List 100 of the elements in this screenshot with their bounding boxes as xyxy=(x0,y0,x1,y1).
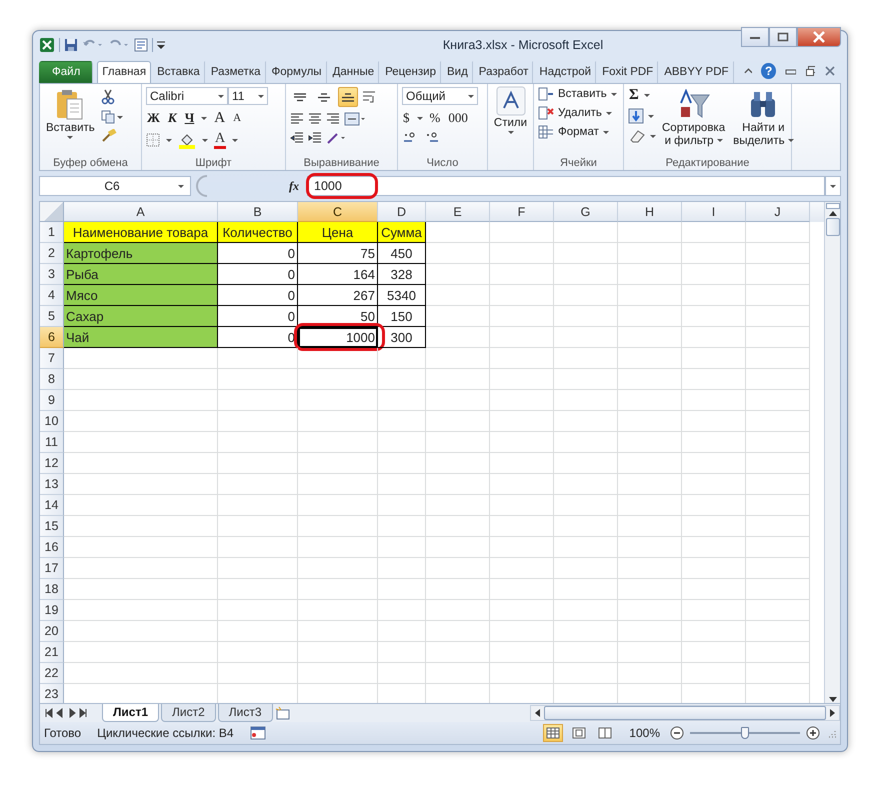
empty-cell[interactable] xyxy=(618,390,682,411)
empty-cell[interactable] xyxy=(490,558,554,579)
empty-cell[interactable] xyxy=(618,327,682,348)
empty-cell[interactable] xyxy=(378,369,426,390)
empty-cell[interactable] xyxy=(378,390,426,411)
empty-cell[interactable] xyxy=(426,306,490,327)
slider-thumb[interactable] xyxy=(741,727,749,739)
empty-cell[interactable] xyxy=(746,285,810,306)
empty-cell[interactable] xyxy=(426,663,490,684)
select-all-button[interactable] xyxy=(40,202,64,222)
empty-cell[interactable] xyxy=(618,579,682,600)
format-cells-icon[interactable] xyxy=(538,125,554,139)
empty-cell[interactable] xyxy=(682,411,746,432)
empty-cell[interactable] xyxy=(682,285,746,306)
empty-cell[interactable] xyxy=(218,600,298,621)
empty-cell[interactable] xyxy=(746,369,810,390)
empty-cell[interactable] xyxy=(682,642,746,663)
splitter-handle-icon[interactable] xyxy=(195,175,209,197)
zoom-level[interactable]: 100% xyxy=(629,726,660,740)
empty-cell[interactable] xyxy=(554,432,618,453)
empty-cell[interactable] xyxy=(298,621,378,642)
normal-view-button[interactable] xyxy=(543,724,564,742)
empty-cell[interactable] xyxy=(682,537,746,558)
empty-cell[interactable] xyxy=(682,621,746,642)
empty-cell[interactable] xyxy=(618,642,682,663)
empty-cell[interactable] xyxy=(426,243,490,264)
shrink-font-button[interactable]: A xyxy=(232,110,242,126)
scissors-icon[interactable] xyxy=(100,89,115,105)
empty-cell[interactable] xyxy=(426,474,490,495)
empty-cell[interactable] xyxy=(554,348,618,369)
empty-cell[interactable] xyxy=(490,432,554,453)
empty-cell[interactable] xyxy=(378,579,426,600)
empty-cell[interactable] xyxy=(554,558,618,579)
empty-cell[interactable] xyxy=(218,537,298,558)
maximize-button[interactable] xyxy=(769,27,797,47)
empty-cell[interactable] xyxy=(490,495,554,516)
caret-icon[interactable] xyxy=(67,136,74,139)
empty-cell[interactable] xyxy=(218,348,298,369)
empty-cell[interactable] xyxy=(746,495,810,516)
row-header[interactable]: 7 xyxy=(40,348,64,369)
row-header[interactable]: 5 xyxy=(40,306,64,327)
empty-cell[interactable] xyxy=(218,474,298,495)
caret-icon[interactable] xyxy=(602,130,609,134)
align-center-icon[interactable] xyxy=(308,112,322,126)
empty-cell[interactable] xyxy=(218,432,298,453)
empty-cell[interactable] xyxy=(618,474,682,495)
empty-cell[interactable] xyxy=(490,327,554,348)
caret-icon[interactable] xyxy=(508,131,514,134)
empty-cell[interactable] xyxy=(682,663,746,684)
empty-cell[interactable] xyxy=(554,264,618,285)
vertical-align-button[interactable] xyxy=(338,87,358,107)
insert-cells-icon[interactable] xyxy=(538,87,554,101)
empty-cell[interactable] xyxy=(298,348,378,369)
empty-cell[interactable] xyxy=(426,537,490,558)
empty-cell[interactable] xyxy=(218,411,298,432)
caret-icon[interactable] xyxy=(610,92,617,96)
sheet-tab[interactable]: Лист1 xyxy=(102,704,160,722)
empty-cell[interactable] xyxy=(554,453,618,474)
empty-cell[interactable] xyxy=(618,453,682,474)
empty-cell[interactable] xyxy=(378,411,426,432)
empty-cell[interactable] xyxy=(554,390,618,411)
empty-cell[interactable] xyxy=(490,411,554,432)
minimize-icon[interactable] xyxy=(784,67,796,75)
increase-indent-icon[interactable] xyxy=(308,131,322,145)
column-header[interactable]: J xyxy=(746,202,810,222)
empty-cell[interactable] xyxy=(218,663,298,684)
empty-cell[interactable] xyxy=(490,264,554,285)
caret-icon[interactable] xyxy=(650,134,656,138)
empty-cell[interactable] xyxy=(298,453,378,474)
empty-cell[interactable] xyxy=(490,243,554,264)
empty-cell[interactable] xyxy=(618,537,682,558)
empty-cell[interactable] xyxy=(746,537,810,558)
empty-cell[interactable] xyxy=(746,327,810,348)
empty-cell[interactable] xyxy=(218,642,298,663)
row-header[interactable]: 20 xyxy=(40,621,64,642)
column-header[interactable]: A xyxy=(64,202,218,222)
resize-grip-icon[interactable] xyxy=(826,728,836,738)
row-header[interactable]: 10 xyxy=(40,411,64,432)
empty-cell[interactable] xyxy=(490,579,554,600)
caret-icon[interactable] xyxy=(232,138,238,142)
row-header[interactable]: 3 xyxy=(40,264,64,285)
empty-cell[interactable] xyxy=(618,348,682,369)
empty-cell[interactable] xyxy=(746,579,810,600)
empty-cell[interactable] xyxy=(746,663,810,684)
row-header[interactable]: 19 xyxy=(40,600,64,621)
empty-cell[interactable] xyxy=(378,663,426,684)
font-name-field[interactable]: Calibri xyxy=(146,87,228,105)
empty-cell[interactable] xyxy=(554,411,618,432)
caret-icon[interactable] xyxy=(606,112,612,114)
empty-cell[interactable] xyxy=(746,642,810,663)
sheet-tab[interactable]: Лист2 xyxy=(161,704,216,722)
empty-cell[interactable] xyxy=(682,579,746,600)
empty-cell[interactable] xyxy=(682,516,746,537)
align-right-icon[interactable] xyxy=(326,112,340,126)
sort-filter-button[interactable]: Сортировка и фильтр xyxy=(662,122,726,148)
empty-cell[interactable] xyxy=(298,369,378,390)
empty-cell[interactable] xyxy=(746,348,810,369)
number-format-field[interactable]: Общий xyxy=(402,87,478,105)
sheet-tab[interactable]: Лист3 xyxy=(218,704,273,722)
empty-cell[interactable] xyxy=(490,285,554,306)
